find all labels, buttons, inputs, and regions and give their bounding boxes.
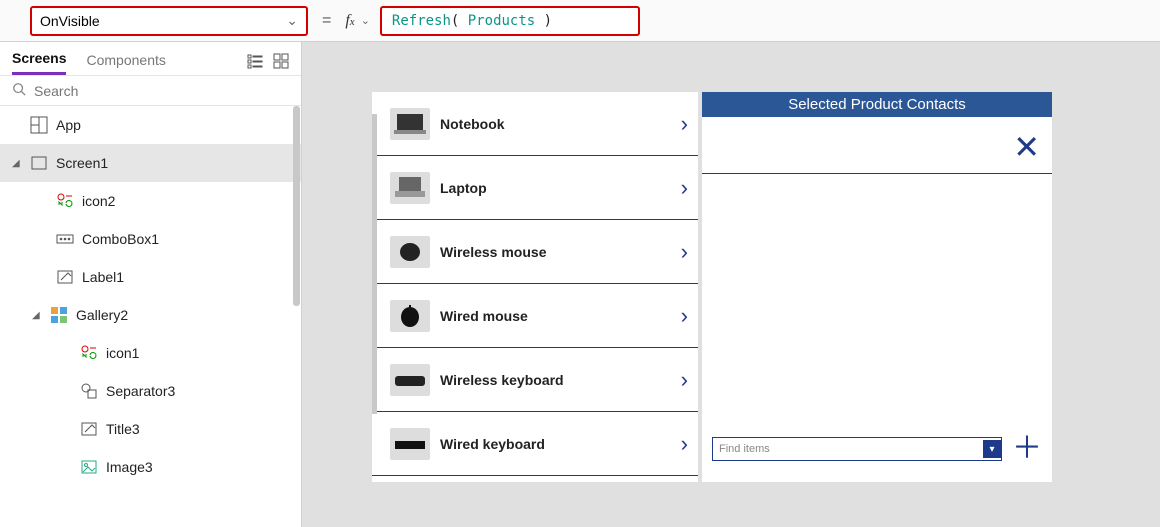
tree-image3[interactable]: Image3 — [0, 448, 301, 486]
chevron-right-icon[interactable]: › — [681, 111, 688, 137]
list-view-icon[interactable] — [247, 53, 263, 72]
tree-label: ComboBox1 — [82, 231, 159, 247]
selected-contacts-panel: Selected Product Contacts ✕ Find items ▾… — [702, 92, 1052, 482]
scrollbar[interactable] — [293, 106, 300, 306]
product-label: Wireless keyboard — [440, 372, 671, 388]
combobox-icon — [56, 230, 74, 248]
chevron-right-icon[interactable]: › — [681, 367, 688, 393]
canvas-area: Notebook › Laptop › Wireless mouse › Wir… — [302, 42, 1160, 527]
tree-label: Image3 — [106, 459, 153, 475]
formula-datasource: Products — [468, 13, 535, 29]
property-selector[interactable]: OnVisible ⌄ — [30, 6, 308, 36]
product-label: Notebook — [440, 116, 671, 132]
gallery-item[interactable]: Notebook › — [372, 92, 698, 156]
chevron-down-icon[interactable]: ⌄ — [361, 14, 370, 27]
gallery-item[interactable]: Wireless keyboard › — [372, 348, 698, 412]
tree-label: Gallery2 — [76, 307, 128, 323]
panel-footer: Find items ▾ ＋ — [702, 426, 1052, 482]
label-icon — [56, 268, 74, 286]
tree-label: icon1 — [106, 345, 139, 361]
icon-control-icon — [80, 344, 98, 362]
find-items-combobox[interactable]: Find items ▾ — [712, 437, 1002, 461]
chevron-down-icon[interactable]: ▾ — [983, 440, 1001, 458]
grid-view-icon[interactable] — [273, 53, 289, 72]
chevron-right-icon[interactable]: › — [681, 175, 688, 201]
gallery-item[interactable]: Wired mouse › — [372, 284, 698, 348]
tree-label: Label1 — [82, 269, 124, 285]
chevron-right-icon[interactable]: › — [681, 239, 688, 265]
tree-screen1[interactable]: ◢ Screen1 — [0, 144, 301, 182]
screen-icon — [30, 154, 48, 172]
chevron-right-icon[interactable]: › — [681, 431, 688, 457]
app-icon — [30, 116, 48, 134]
tree-gallery2[interactable]: ◢ Gallery2 — [0, 296, 301, 334]
tree-label: Title3 — [106, 421, 140, 437]
tree-title3[interactable]: Title3 — [0, 410, 301, 448]
gallery-item[interactable]: Wired keyboard › — [372, 412, 698, 476]
gallery-item[interactable]: Wireless mouse › — [372, 220, 698, 284]
product-label: Wired mouse — [440, 308, 671, 324]
formula-input[interactable]: Refresh( Products ) — [380, 6, 640, 36]
expand-icon[interactable]: ◢ — [32, 310, 42, 321]
equals-sign: = — [318, 12, 335, 30]
expand-icon[interactable]: ◢ — [12, 158, 22, 169]
tree-combobox1[interactable]: ComboBox1 — [0, 220, 301, 258]
formula-function: Refresh — [392, 13, 451, 29]
combobox-placeholder: Find items — [719, 443, 770, 455]
add-icon[interactable]: ＋ — [1012, 434, 1042, 464]
product-thumbnail — [390, 428, 430, 460]
app-screen[interactable]: Notebook › Laptop › Wireless mouse › Wir… — [372, 92, 1052, 482]
product-thumbnail — [390, 108, 430, 140]
tree-label1[interactable]: Label1 — [0, 258, 301, 296]
gallery-icon — [50, 306, 68, 324]
tree-label: Screen1 — [56, 155, 108, 171]
icon-control-icon — [56, 192, 74, 210]
fx-icon[interactable]: fx — [345, 12, 354, 30]
product-thumbnail — [390, 172, 430, 204]
product-label: Wireless mouse — [440, 244, 671, 260]
tree-app[interactable]: App — [0, 106, 301, 144]
product-thumbnail — [390, 364, 430, 396]
tree-label: App — [56, 117, 81, 133]
scrollbar[interactable] — [372, 114, 377, 414]
property-name: OnVisible — [40, 13, 100, 29]
tree-tabs: Screens Components — [0, 42, 301, 75]
label-icon — [80, 420, 98, 438]
tab-components[interactable]: Components — [86, 52, 165, 74]
gallery-item[interactable]: Laptop › — [372, 156, 698, 220]
tab-screens[interactable]: Screens — [12, 50, 66, 75]
fx-section: fx ⌄ — [345, 12, 370, 30]
product-label: Laptop — [440, 180, 671, 196]
product-label: Wired keyboard — [440, 436, 671, 452]
product-gallery[interactable]: Notebook › Laptop › Wireless mouse › Wir… — [372, 92, 702, 482]
tree-icon2[interactable]: icon2 — [0, 182, 301, 220]
tree-separator3[interactable]: Separator3 — [0, 372, 301, 410]
chevron-down-icon: ⌄ — [286, 12, 298, 29]
product-thumbnail — [390, 236, 430, 268]
tree-view-pane: Screens Components App — [0, 42, 302, 527]
tree-label: Separator3 — [106, 383, 175, 399]
tree-label: icon2 — [82, 193, 115, 209]
search-row — [0, 75, 301, 106]
tree-icon1[interactable]: icon1 — [0, 334, 301, 372]
chevron-right-icon[interactable]: › — [681, 303, 688, 329]
panel-header: Selected Product Contacts — [702, 92, 1052, 117]
formula-bar: OnVisible ⌄ = fx ⌄ Refresh( Products ) — [0, 0, 1160, 42]
close-icon[interactable]: ✕ — [1013, 128, 1040, 166]
image-icon — [80, 458, 98, 476]
search-icon — [12, 82, 26, 99]
search-input[interactable] — [34, 83, 289, 99]
tree-view: App ◢ Screen1 icon2 ComboBox1 Label1 ◢ — [0, 106, 301, 527]
product-thumbnail — [390, 300, 430, 332]
separator-icon — [80, 382, 98, 400]
divider — [702, 173, 1052, 174]
